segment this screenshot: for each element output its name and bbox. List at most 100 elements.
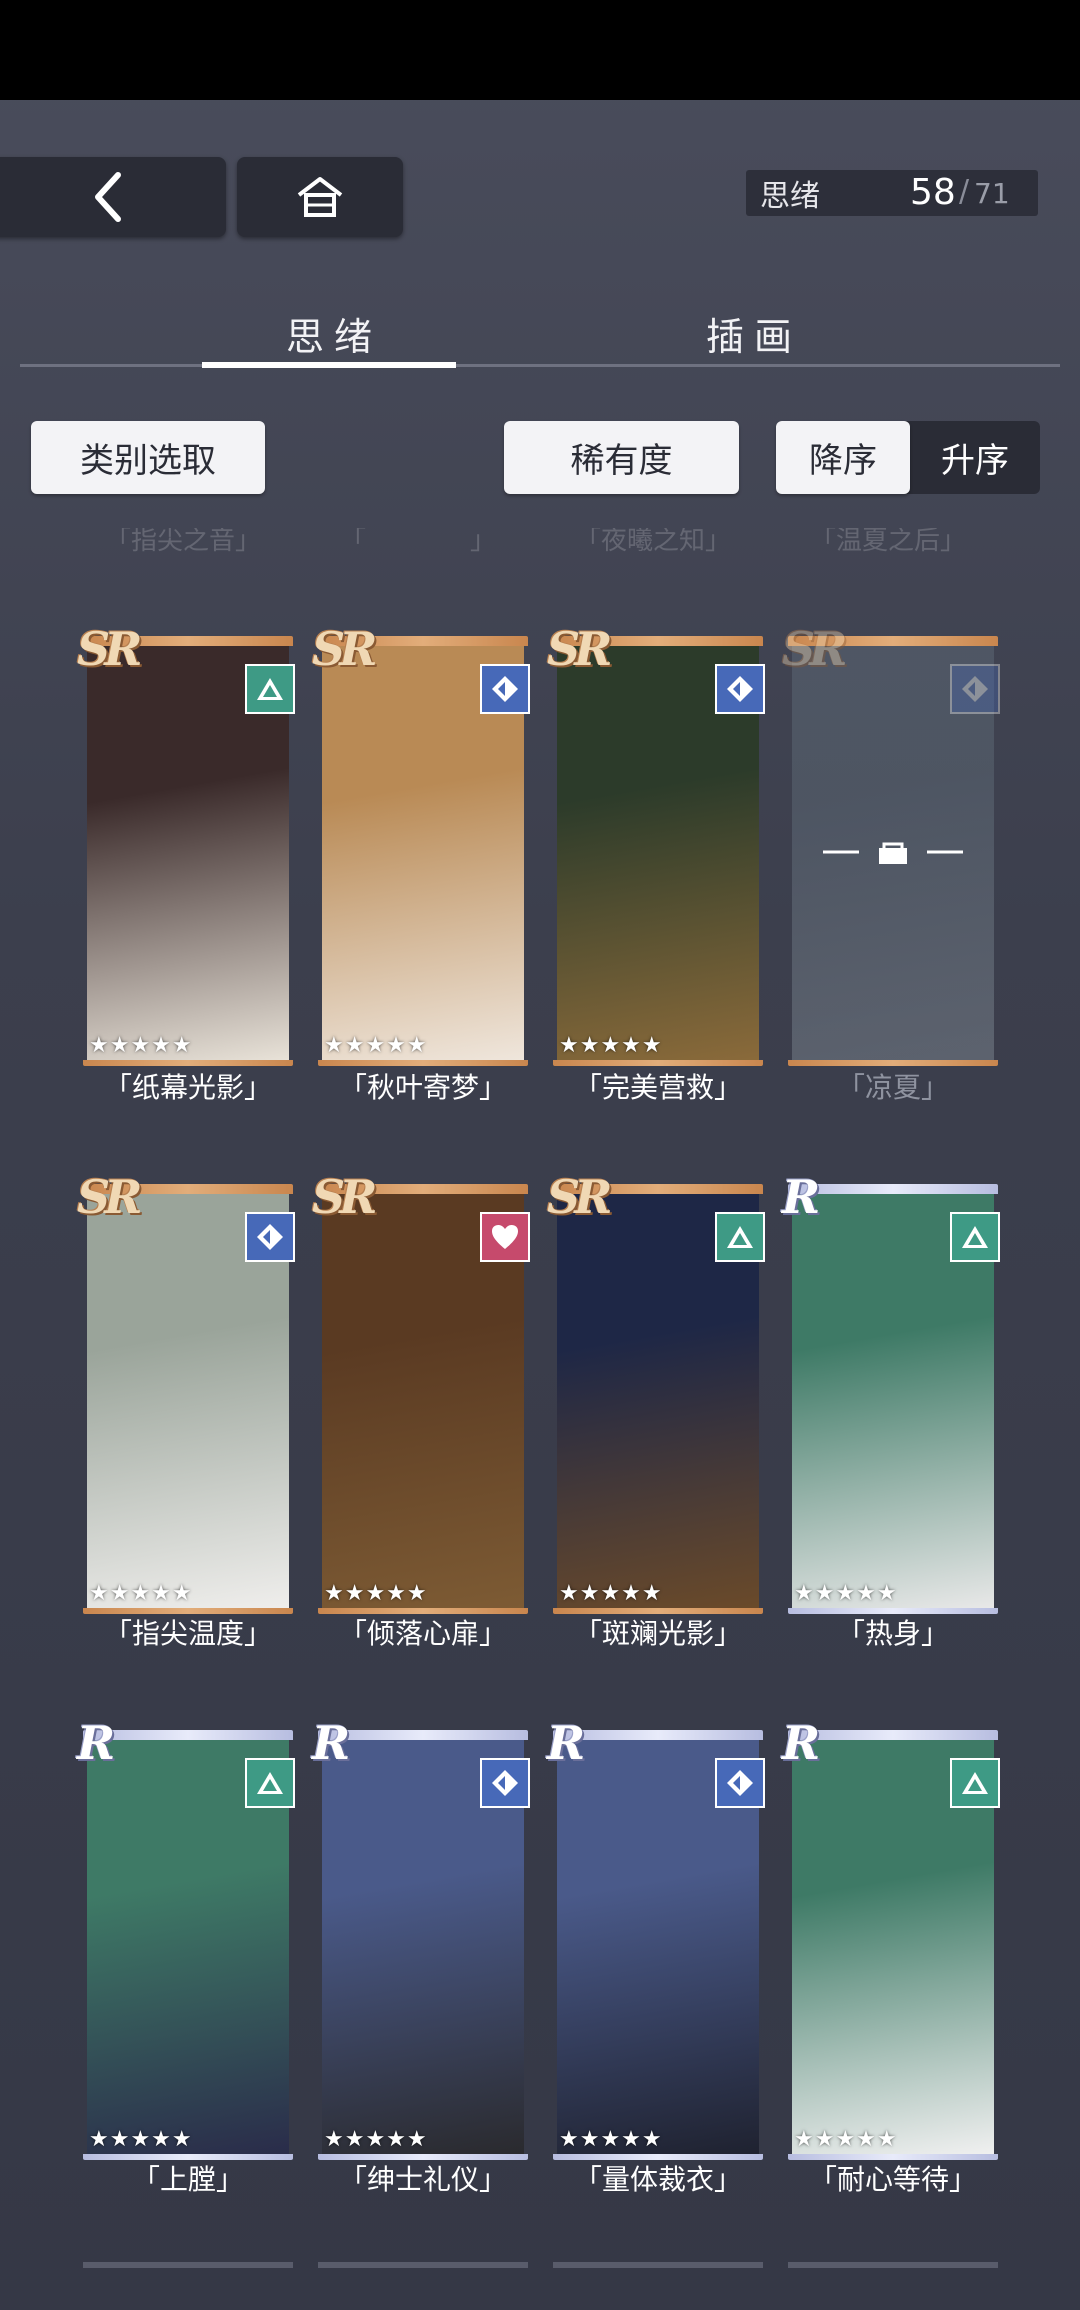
tab-thoughts[interactable]: 思绪: [286, 306, 382, 361]
counter-total: 71: [974, 177, 1010, 210]
memory-card[interactable]: ★★★★★ R: [312, 1716, 530, 2160]
diamond-attribute-icon: [727, 1770, 753, 1796]
rarity-label: R: [782, 1170, 820, 1224]
previous-row-titles: 「指尖之音」 「 」 「夜曦之知」 「温夏之后」: [0, 528, 1080, 552]
rarity-label: R: [312, 1716, 350, 1770]
star-rating: ★★★★★: [794, 2127, 898, 2152]
star-rating: ★★★★★: [324, 1033, 428, 1058]
card-title: 「量体裁衣」: [573, 2163, 742, 2196]
attribute-badge: [950, 1758, 1000, 1808]
sort-ascending-button[interactable]: 升序: [910, 421, 1040, 494]
attribute-badge: [480, 1758, 530, 1808]
attribute-badge: [245, 1212, 295, 1262]
star-rating: ★★★★★: [559, 1033, 663, 1058]
attribute-badge: [245, 664, 295, 714]
star-rating: ★★★★★: [89, 2127, 193, 2152]
ghost-title: 「温夏之后」: [810, 528, 967, 552]
memory-card[interactable]: SR: [782, 622, 1000, 1066]
card-peek: [83, 2262, 293, 2310]
triangle-attribute-icon: [257, 1772, 283, 1794]
attribute-badge: [950, 1212, 1000, 1262]
attribute-badge: [950, 664, 1000, 714]
diamond-attribute-icon: [962, 676, 988, 702]
diamond-attribute-icon: [492, 1770, 518, 1796]
tab-illustrations[interactable]: 插画: [706, 306, 802, 361]
lock-icon: [823, 840, 963, 864]
card-title: 「热身」: [836, 1617, 949, 1650]
card-title: 「指尖温度」: [103, 1617, 272, 1650]
triangle-attribute-icon: [962, 1226, 988, 1248]
star-rating: ★★★★★: [89, 1033, 193, 1058]
sort-descending-button[interactable]: 降序: [776, 421, 910, 494]
tab-active-indicator: [202, 362, 456, 368]
memory-card[interactable]: ★★★★★ SR: [312, 1170, 530, 1614]
rarity-label: SR: [782, 622, 847, 676]
rarity-label: SR: [77, 1170, 142, 1224]
rarity-label: SR: [312, 622, 377, 676]
attribute-badge: [480, 664, 530, 714]
star-rating: ★★★★★: [559, 1581, 663, 1606]
memory-card[interactable]: ★★★★★ SR: [77, 1170, 295, 1614]
triangle-attribute-icon: [727, 1226, 753, 1248]
card-title: 「倾落心扉」: [338, 1617, 507, 1650]
star-rating: ★★★★★: [559, 2127, 663, 2152]
card-title: 「纸幕光影」: [103, 1071, 272, 1104]
home-icon: [297, 177, 343, 217]
memory-card[interactable]: ★★★★★ R: [77, 1716, 295, 2160]
card-top-border: [83, 1730, 293, 1740]
diamond-attribute-icon: [257, 1224, 283, 1250]
rarity-label: SR: [77, 622, 142, 676]
attribute-badge: [715, 1212, 765, 1262]
card-top-border: [788, 1730, 998, 1740]
counter-current: 58: [910, 172, 956, 213]
heart-attribute-icon: [492, 1225, 518, 1249]
attribute-badge: [245, 1758, 295, 1808]
card-top-border: [318, 1730, 528, 1740]
memory-card[interactable]: ★★★★★ SR: [312, 622, 530, 1066]
memory-card[interactable]: ★★★★★ SR: [547, 622, 765, 1066]
rarity-label: SR: [312, 1170, 377, 1224]
tab-divider: [20, 364, 1060, 367]
collection-counter: 思绪 58 / 71: [746, 170, 1038, 216]
rarity-label: R: [547, 1716, 585, 1770]
counter-label: 思绪: [760, 179, 820, 214]
memory-card[interactable]: ★★★★★ R: [547, 1716, 765, 2160]
card-title: 「凉夏」: [836, 1071, 949, 1104]
home-button[interactable]: [237, 157, 403, 237]
memory-card[interactable]: ★★★★★ R: [782, 1170, 1000, 1614]
memory-card[interactable]: ★★★★★ SR: [77, 622, 295, 1066]
card-top-border: [553, 1730, 763, 1740]
rarity-sort-button[interactable]: 稀有度: [504, 421, 739, 494]
card-title: 「秋叶寄梦」: [338, 1071, 507, 1104]
attribute-badge: [715, 1758, 765, 1808]
diamond-attribute-icon: [492, 676, 518, 702]
rarity-label: SR: [547, 1170, 612, 1224]
triangle-attribute-icon: [257, 678, 283, 700]
rarity-label: R: [782, 1716, 820, 1770]
memory-card[interactable]: ★★★★★ SR: [547, 1170, 765, 1614]
star-rating: ★★★★★: [324, 2127, 428, 2152]
star-rating: ★★★★★: [794, 1581, 898, 1606]
memory-card[interactable]: ★★★★★ R: [782, 1716, 1000, 2160]
card-peek: [318, 2262, 528, 2310]
rarity-label: SR: [547, 622, 612, 676]
diamond-attribute-icon: [727, 676, 753, 702]
card-title: 「完美营救」: [573, 1071, 742, 1104]
ghost-title: 「 」: [340, 528, 497, 552]
card-title: 「耐心等待」: [808, 2163, 977, 2196]
category-filter-button[interactable]: 类别选取: [31, 421, 265, 494]
card-title: 「上膛」: [131, 2163, 244, 2196]
rarity-label: R: [77, 1716, 115, 1770]
card-top-border: [788, 1184, 998, 1194]
chevron-left-icon: [95, 172, 121, 222]
attribute-badge: [480, 1212, 530, 1262]
card-title: 「斑斓光影」: [573, 1617, 742, 1650]
next-row-peek: [0, 2262, 1080, 2310]
back-button[interactable]: [0, 157, 226, 237]
triangle-attribute-icon: [962, 1772, 988, 1794]
card-title: 「绅士礼仪」: [338, 2163, 507, 2196]
star-rating: ★★★★★: [324, 1581, 428, 1606]
star-rating: ★★★★★: [89, 1581, 193, 1606]
ghost-title: 「指尖之音」: [105, 528, 262, 552]
status-bar: [0, 0, 1080, 100]
